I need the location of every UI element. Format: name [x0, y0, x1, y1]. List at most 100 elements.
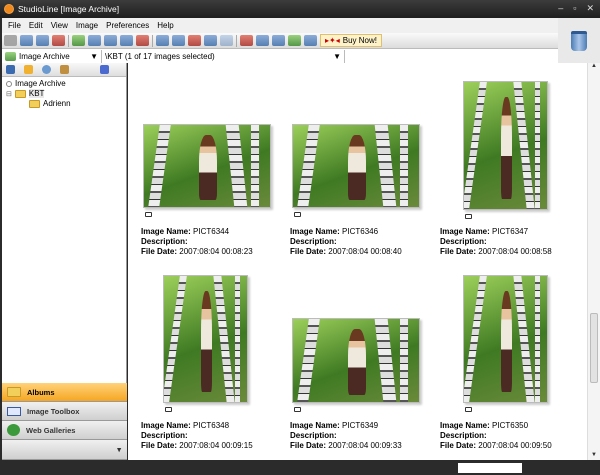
- tree-label: Image Archive: [15, 79, 66, 88]
- file-date: 2007:08:04 00:08:40: [328, 247, 402, 256]
- name-label: Image Name:: [290, 227, 340, 236]
- nav-web-galleries[interactable]: Web Galleries: [2, 421, 127, 440]
- address-bar: Image Archive ▼ \KBT (1 of 17 images sel…: [2, 48, 558, 63]
- previous-icon[interactable]: [172, 35, 185, 46]
- collapse-icon: ⊟: [6, 90, 12, 98]
- nav-label: Albums: [27, 387, 55, 397]
- menu-preferences[interactable]: Preferences: [106, 21, 149, 30]
- toolbar: ▸✦◂ Buy Now!: [2, 33, 558, 48]
- paste-icon[interactable]: [52, 35, 65, 46]
- nav-image-toolbox[interactable]: Image Toolbox: [2, 402, 127, 421]
- archive-selector[interactable]: Image Archive ▼: [2, 49, 102, 63]
- app-logo-icon: [4, 4, 14, 14]
- tree-label: Adrienn: [43, 99, 71, 108]
- thumbnail-image[interactable]: [463, 275, 548, 403]
- chevron-down-icon: ▾: [117, 445, 121, 454]
- tree-label: KBT: [28, 89, 45, 98]
- thumbnail-image[interactable]: [463, 81, 548, 210]
- folder-icon: [29, 99, 40, 108]
- archive-label: Image Archive: [19, 51, 70, 61]
- image-type-icon: [465, 407, 472, 412]
- image-type-icon: [165, 407, 172, 412]
- chevron-down-icon: ▼: [333, 51, 341, 61]
- image-metadata: Image Name: PICT6344 Description: File Dat…: [141, 227, 253, 257]
- gift-icon: ▸✦◂: [325, 36, 340, 45]
- image-type-icon: [294, 407, 301, 412]
- file-date: 2007:08:04 00:09:33: [328, 441, 402, 450]
- image-name: PICT6347: [492, 227, 529, 236]
- nav-albums[interactable]: Albums: [2, 383, 127, 402]
- album-icon[interactable]: [88, 35, 101, 46]
- menu-bar: File Edit View Image Preferences Help: [2, 18, 558, 33]
- scroll-down-icon[interactable]: ▼: [588, 452, 600, 458]
- image-metadata: Image Name: PICT6347 Description: File Dat…: [440, 227, 552, 257]
- menu-file[interactable]: File: [8, 21, 21, 30]
- new-folder-icon[interactable]: [24, 65, 33, 74]
- transfer-icon[interactable]: [304, 35, 317, 46]
- path-selector[interactable]: \KBT (1 of 17 images selected) ▼: [102, 49, 345, 63]
- histogram-icon[interactable]: [240, 35, 253, 46]
- thumbnail-view: Image Name: PICT6344 Description: File Dat…: [128, 63, 587, 460]
- status-bar: [0, 460, 600, 475]
- cut-icon[interactable]: [20, 35, 33, 46]
- minimize-button[interactable]: –: [558, 3, 563, 14]
- maximize-button[interactable]: ▫: [573, 3, 576, 14]
- chevron-down-icon: ▼: [90, 51, 98, 61]
- scrollbar-thumb[interactable]: [590, 313, 598, 383]
- image-metadata: Image Name: PICT6348 Description: File Dat…: [141, 421, 253, 451]
- thumbnail-image[interactable]: [292, 318, 420, 403]
- export-folder-icon[interactable]: [100, 65, 109, 74]
- undo-icon[interactable]: [204, 35, 217, 46]
- archive-view-icon[interactable]: [72, 35, 85, 46]
- date-label: File Date:: [290, 441, 327, 450]
- buy-now-button[interactable]: ▸✦◂ Buy Now!: [320, 34, 382, 47]
- image-name: PICT6348: [193, 421, 230, 430]
- search-icon[interactable]: [42, 65, 51, 74]
- file-date: 2007:08:04 00:08:23: [179, 247, 253, 256]
- nav-label: Web Galleries: [26, 425, 76, 435]
- image-type-icon: [465, 214, 472, 219]
- description-label: Description:: [290, 431, 337, 440]
- folder-icon: [14, 89, 26, 98]
- date-label: File Date:: [290, 247, 327, 256]
- nav-label: Image Toolbox: [27, 406, 80, 416]
- description-label: Description:: [440, 431, 487, 440]
- trash-bin[interactable]: [558, 18, 600, 63]
- redo-icon[interactable]: [220, 35, 233, 46]
- copy-icon[interactable]: [36, 35, 49, 46]
- next-icon[interactable]: [188, 35, 201, 46]
- menu-view[interactable]: View: [51, 21, 68, 30]
- radio-icon: [6, 80, 12, 87]
- menu-edit[interactable]: Edit: [29, 21, 43, 30]
- details-icon[interactable]: [120, 35, 133, 46]
- thumbnail-image[interactable]: [292, 124, 420, 208]
- thumbnail-image[interactable]: [163, 275, 248, 403]
- image-name: PICT6350: [492, 421, 529, 430]
- title-bar: StudioLine [Image Archive] – ▫ ✕: [0, 0, 600, 18]
- menu-help[interactable]: Help: [157, 21, 173, 30]
- image-name: PICT6349: [342, 421, 379, 430]
- name-label: Image Name:: [440, 227, 490, 236]
- name-label: Image Name:: [440, 421, 490, 430]
- tree-item-adrienn[interactable]: Adrienn: [29, 99, 71, 108]
- thumbnail-image[interactable]: [143, 124, 271, 208]
- properties-icon[interactable]: [60, 65, 69, 74]
- window-icon[interactable]: [104, 35, 117, 46]
- export-icon[interactable]: [288, 35, 301, 46]
- import-icon[interactable]: [256, 35, 269, 46]
- scroll-up-icon[interactable]: ▲: [588, 63, 600, 69]
- rotate-icon[interactable]: [136, 35, 149, 46]
- path-label: \KBT (1 of 17 images selected): [105, 51, 215, 61]
- tree-root-icon[interactable]: [6, 65, 15, 74]
- close-button[interactable]: ✕: [586, 3, 594, 14]
- nav-more[interactable]: ▾: [2, 440, 127, 460]
- window-title: StudioLine [Image Archive]: [18, 4, 120, 14]
- vertical-scrollbar[interactable]: ▲ ▼: [587, 63, 600, 460]
- print-icon[interactable]: [272, 35, 285, 46]
- toolbar-handle[interactable]: [4, 35, 17, 46]
- grid-icon[interactable]: [156, 35, 169, 46]
- tree-item-image-archive[interactable]: Image Archive: [6, 79, 66, 88]
- menu-image[interactable]: Image: [76, 21, 98, 30]
- left-panel: Image Archive ⊟ KBT Adrienn Albums Image …: [2, 63, 127, 460]
- tree-item-kbt[interactable]: ⊟ KBT: [6, 89, 45, 98]
